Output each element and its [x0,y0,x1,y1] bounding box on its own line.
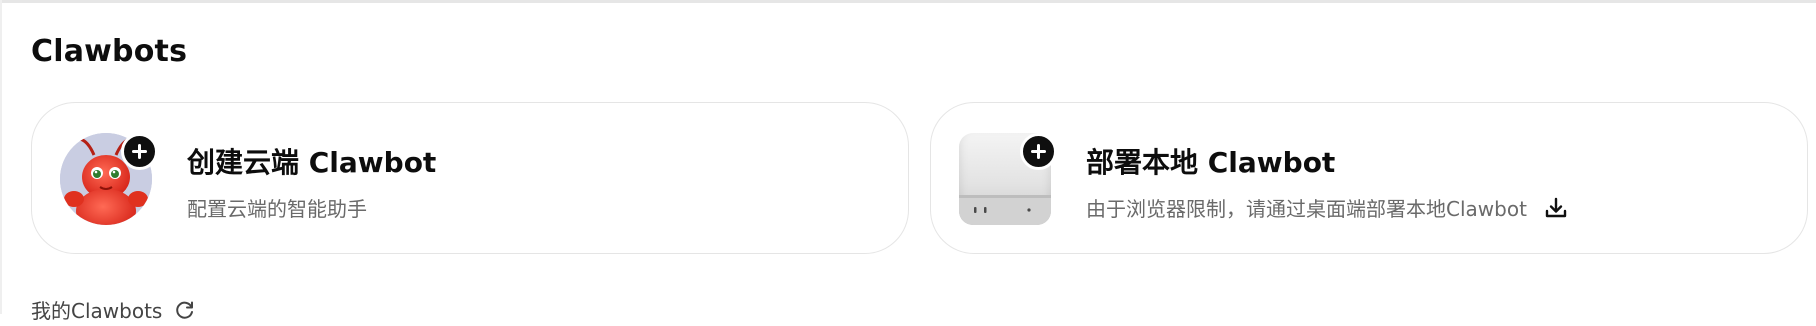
my-clawbots-label: 我的Clawbots [31,299,163,323]
refresh-icon[interactable] [174,299,196,321]
card-description: 配置云端的智能助手 [187,193,367,222]
card-description-text: 由于浏览器限制，请通过桌面端部署本地Clawbot [1086,197,1527,221]
page-title: Clawbots [31,34,188,69]
create-cloud-clawbot-card[interactable]: 创建云端 Clawbot 配置云端的智能助手 [31,102,909,254]
top-divider [0,0,1816,3]
card-description-text: 配置云端的智能助手 [187,197,367,221]
my-clawbots-header: 我的Clawbots [31,295,196,324]
deploy-local-clawbot-card[interactable]: 部署本地 Clawbot 由于浏览器限制，请通过桌面端部署本地Clawbot [930,102,1808,254]
plus-icon [121,133,158,170]
left-divider [0,0,2,314]
card-title: 部署本地 Clawbot [1086,146,1336,179]
plus-icon [1020,133,1057,170]
card-title: 创建云端 Clawbot [187,146,437,179]
card-description: 由于浏览器限制，请通过桌面端部署本地Clawbot [1086,193,1569,222]
download-icon[interactable] [1543,195,1569,221]
